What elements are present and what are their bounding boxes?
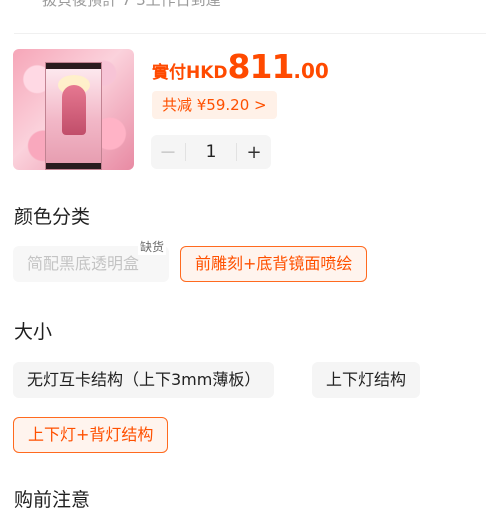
decrement-button[interactable]: －: [151, 139, 185, 165]
option-size-top-bottom-back-light[interactable]: 上下灯+背灯结构: [13, 417, 169, 453]
option-size-top-bottom-light[interactable]: 上下灯结构: [312, 362, 421, 398]
section-title-notes: 购前注意: [14, 489, 91, 511]
delivery-estimate: 拔貝後預計 7 3工作日到達: [42, 0, 221, 9]
price: 實付HKD811.00: [152, 47, 329, 86]
price-prefix: 實付HKD: [152, 63, 228, 83]
increment-button[interactable]: +: [237, 142, 271, 163]
out-of-stock-badge: 缺货: [138, 238, 167, 255]
price-integer: 811: [227, 47, 295, 86]
price-decimal: .00: [293, 59, 329, 83]
quantity-value[interactable]: 1: [186, 142, 236, 162]
figure-graphic: [62, 85, 86, 135]
option-color-engraved[interactable]: 前雕刻+底背镜面喷绘: [180, 246, 368, 282]
section-title-color: 颜色分类: [14, 206, 91, 228]
product-image[interactable]: [13, 49, 134, 170]
section-title-size: 大小: [14, 321, 53, 343]
divider: [14, 33, 486, 34]
quantity-stepper: － 1 +: [151, 135, 271, 169]
discount-button[interactable]: 共减 ¥59.20 >: [152, 91, 277, 119]
option-size-no-light[interactable]: 无灯互卡结构（上下3mm薄板）: [13, 362, 275, 398]
